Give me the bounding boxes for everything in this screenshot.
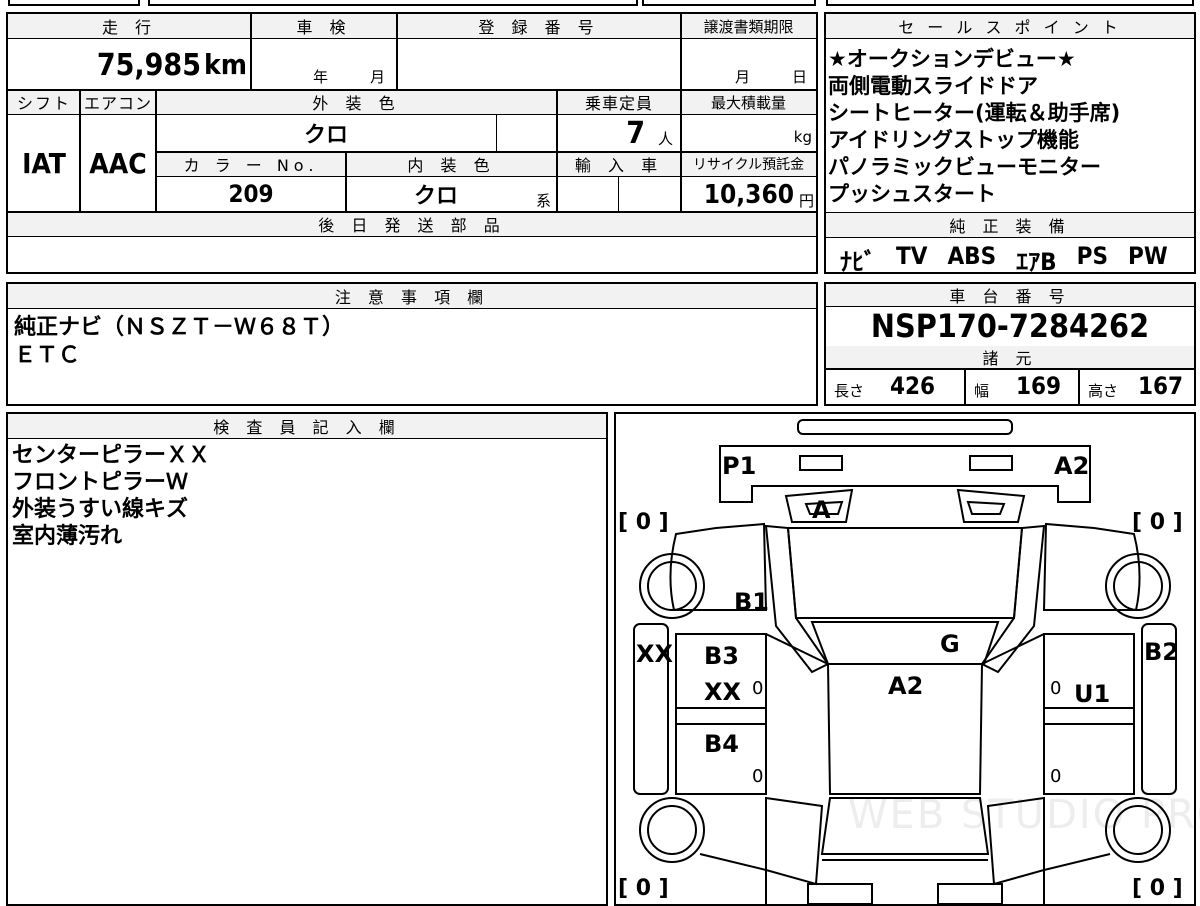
mileage-field: 75,985 km [8, 38, 251, 90]
chassis-title: 車 台 番 号 [826, 284, 1194, 306]
recycle-value: 10,360 [703, 180, 794, 210]
sales-point-item: アイドリングストップ機能 [828, 128, 1079, 152]
zero-mark-1: 0 [752, 678, 764, 699]
mark-u1: U1 [1074, 680, 1111, 708]
length-value: 426 [890, 372, 936, 400]
length-label: 長さ [834, 382, 865, 400]
recycle-label: リサイクル預託金 [681, 152, 816, 176]
mark-a2-roof: A2 [888, 672, 924, 700]
equipment-item: ﾅﾋﾞ [840, 248, 876, 276]
inspection-month: 月 [370, 68, 386, 86]
specs-title: 諸 元 [826, 346, 1194, 368]
mark-g: G [940, 630, 960, 658]
damage-diagram-box: [ 0 ] [ 0 ] [ 0 ] [ 0 ] P1 A2 A B1 G XX … [614, 412, 1200, 906]
inspector-box: 検 査 員 記 入 欄 センターピラーＸＸ フロントピラーＷ 外装うすい線キズ … [6, 412, 608, 906]
sales-points-list: ★オークションデビュー★ 両側電動スライドドアシートヒーター(運転＆助手席) アイド… [828, 46, 1120, 208]
mark-a: A [812, 496, 831, 524]
mark-b4: B4 [704, 730, 739, 758]
shift-value: IAT [22, 146, 66, 180]
interior-color-suffix: 系 [536, 192, 552, 210]
sales-point-item: パノラミックビューモニター [828, 155, 1101, 179]
height-value: 167 [1138, 372, 1184, 400]
tire-rear-left: [ 0 ] [618, 876, 669, 901]
mileage-label: 走 行 [8, 14, 251, 38]
inspector-line-3: 外装うすい線キズ [12, 497, 189, 522]
zero-mark-4: 0 [1050, 766, 1062, 787]
width-label: 幅 [974, 382, 990, 400]
equipment-item: TV [896, 242, 928, 270]
vehicle-info-table: 走 行 車 検 登 録 番 号 譲渡書類期限 75,985 km 年 月 月 日… [6, 12, 818, 274]
sales-point-item: シートヒーター(運転＆助手席) [828, 101, 1121, 125]
mark-a2-front: A2 [1054, 452, 1090, 480]
notes-line-1: 純正ナビ（ＮＳＺＴ－Ｗ６８Ｔ） [14, 315, 345, 340]
shift-label: シフト [8, 90, 80, 114]
mark-xx-door: XX [704, 678, 742, 706]
mileage-unit: km [204, 48, 247, 81]
recycle-field: 10,360 円 [681, 176, 816, 212]
inspector-line-2: フロントピラーＷ [12, 470, 189, 495]
sales-points-box: セ ー ル ス ポ イ ン ト ★オークションデビュー★ 両側電動スライドドアシー… [824, 12, 1196, 277]
later-parts-value [8, 236, 816, 272]
inspector-title: 検 査 員 記 入 欄 [8, 414, 606, 438]
aircon-label: エアコン [80, 90, 156, 114]
color-no-value: 209 [228, 180, 274, 208]
recycle-unit: 円 [798, 192, 814, 210]
later-parts-label: 後 日 発 送 部 品 [8, 212, 816, 236]
tire-front-right: [ 0 ] [1132, 510, 1183, 535]
mark-b2: B2 [1144, 638, 1179, 666]
sales-point-item: 両側電動スライドドア [828, 74, 1038, 98]
top-strip [0, 0, 1200, 8]
inspection-year: 年 [313, 68, 329, 86]
mark-p1: P1 [722, 452, 757, 480]
chassis-number: NSP170-7284262 [870, 307, 1150, 345]
inspector-line-4: 室内薄汚れ [12, 524, 123, 549]
chassis-box: 車 台 番 号 NSP170-7284262 諸 元 長さ 426 幅 169 … [824, 282, 1196, 406]
watermark: WEB STUDIO PRO [848, 792, 1200, 838]
import-label: 輸 入 車 [557, 152, 681, 176]
mark-b1: B1 [734, 588, 769, 616]
zero-mark-3: 0 [752, 766, 764, 787]
capacity-unit: 人 [657, 130, 673, 148]
notes-title: 注 意 事 項 欄 [8, 284, 816, 308]
transfer-day: 日 [792, 68, 808, 86]
interior-color-label: 内 装 色 [346, 152, 557, 176]
mark-xx-left: XX [636, 640, 674, 668]
aircon-value: AAC [89, 146, 147, 180]
equipment-item: PS [1076, 242, 1108, 270]
max-load-unit: kg [793, 128, 812, 146]
inspection-label: 車 検 [251, 14, 397, 38]
width-value: 169 [1016, 372, 1062, 400]
inspector-line-1: センターピラーＸＸ [12, 443, 211, 468]
transfer-deadline-label: 譲渡書類期限 [681, 14, 816, 38]
sales-points-title: セ ー ル ス ポ イ ン ト [826, 14, 1194, 38]
interior-color-value: クロ [413, 184, 458, 209]
sales-point-item: プッシュスタート [828, 182, 996, 206]
exterior-color-label: 外 装 色 [156, 90, 557, 114]
capacity-label: 乗車定員 [557, 90, 681, 114]
exterior-color-value: クロ [303, 123, 348, 148]
equipment-item: ｴｱB [1016, 248, 1057, 276]
capacity-value: 7 [626, 116, 645, 151]
genuine-equipment-list: ﾅﾋﾞ TV ABS ｴｱB PS PW [840, 242, 1168, 277]
notes-line-2: ＥＴＣ [14, 343, 81, 368]
transfer-month: 月 [735, 68, 751, 86]
tire-front-left: [ 0 ] [618, 510, 669, 535]
capacity-field: 7 人 [557, 114, 681, 152]
color-no-label: カ ラ ー No. [156, 152, 346, 176]
notes-box: 注 意 事 項 欄 純正ナビ（ＮＳＺＴ－Ｗ６８Ｔ） ＥＴＣ [6, 282, 818, 406]
registration-label: 登 録 番 号 [397, 14, 681, 38]
tire-rear-right: [ 0 ] [1132, 876, 1183, 901]
max-load-label: 最大積載量 [681, 90, 816, 114]
genuine-equipment-title: 純 正 装 備 [826, 213, 1194, 237]
equipment-item: ABS [947, 242, 997, 270]
equipment-item: PW [1128, 242, 1168, 270]
mark-b3: B3 [704, 642, 739, 670]
mileage-value: 75,985 [96, 48, 201, 83]
sales-point-item: ★オークションデビュー★ [828, 47, 1076, 71]
zero-mark-2: 0 [1050, 678, 1062, 699]
height-label: 高さ [1088, 382, 1119, 400]
